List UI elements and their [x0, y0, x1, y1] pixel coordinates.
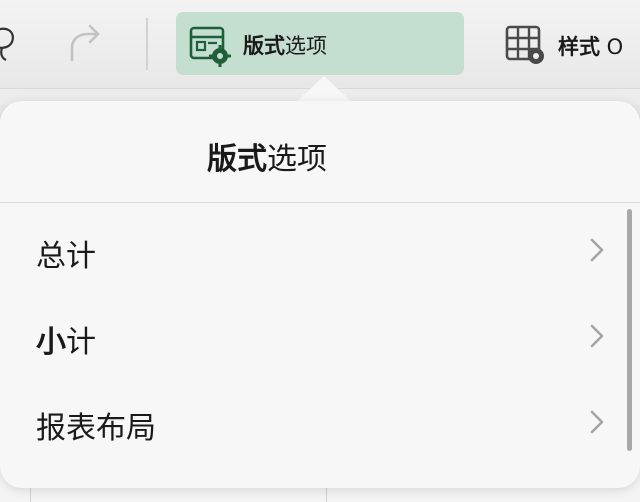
popover-arrow: [296, 76, 352, 102]
styles-label: 样式 O: [558, 35, 624, 59]
popover-divider: [0, 202, 640, 203]
menu-item-label: 报表布局: [36, 411, 156, 446]
menu-item-grand-totals[interactable]: 总计: [0, 205, 624, 291]
menu-item-subtotals[interactable]: 小计: [0, 291, 624, 377]
redo-icon[interactable]: [64, 24, 106, 68]
grid-gear-icon: [505, 25, 544, 64]
table-layout-gear-icon: [189, 26, 231, 67]
lasso-icon[interactable]: [0, 24, 20, 68]
popover-scrollbar[interactable]: [627, 209, 632, 451]
popover-title: 版式选项: [207, 142, 327, 177]
toolbar-divider: [146, 18, 148, 70]
layout-options-button[interactable]: 版式选项: [176, 12, 464, 75]
layout-options-popover: 版式选项 总计 小计 报表布局: [0, 101, 640, 488]
chevron-right-icon: [590, 238, 604, 262]
toolbar: 版式选项 样式 O: [0, 0, 640, 88]
layout-options-label: 版式选项: [243, 34, 327, 58]
menu-item-label: 小计: [36, 325, 96, 360]
chevron-right-icon: [590, 324, 604, 348]
menu-item-report-layout[interactable]: 报表布局: [0, 377, 624, 463]
menu-item-label: 总计: [36, 239, 96, 274]
chevron-right-icon: [590, 410, 604, 434]
